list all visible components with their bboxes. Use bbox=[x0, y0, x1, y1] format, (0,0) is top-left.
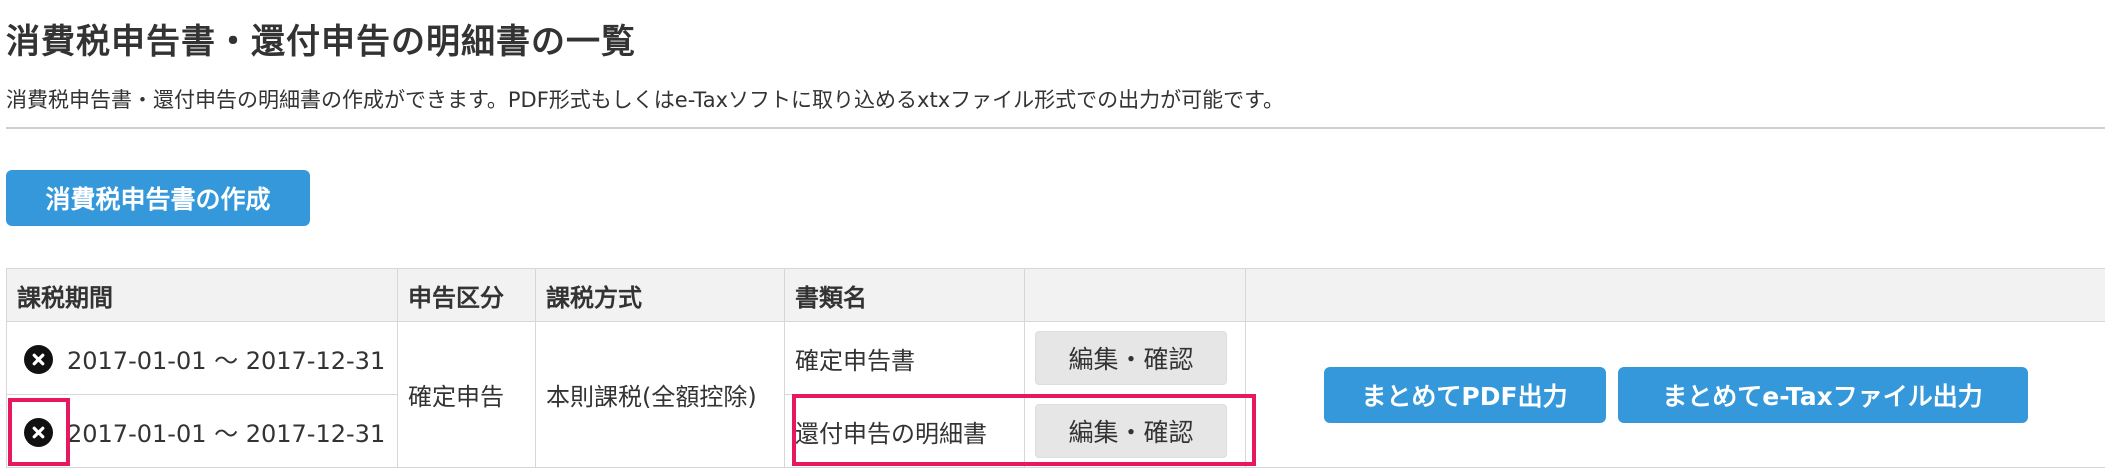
returns-table: 課税期間 申告区分 課税方式 書類名 2017-01-01 〜 2017-12-… bbox=[6, 268, 2105, 468]
edit-cell: 編集・確認 bbox=[1024, 394, 1246, 468]
tax-period-text: 2017-01-01 〜 2017-12-31 bbox=[67, 419, 386, 448]
header-tax-period: 課税期間 bbox=[6, 268, 398, 322]
edit-confirm-button[interactable]: 編集・確認 bbox=[1035, 404, 1227, 458]
tax-period-cell: 2017-01-01 〜 2017-12-31 bbox=[6, 394, 398, 468]
header-bulk bbox=[1245, 268, 2105, 322]
filing-type-cell: 確定申告 bbox=[397, 321, 536, 468]
header-document-name: 書類名 bbox=[784, 268, 1025, 322]
header-edit bbox=[1024, 268, 1246, 322]
header-tax-method: 課税方式 bbox=[535, 268, 785, 322]
create-return-button[interactable]: 消費税申告書の作成 bbox=[6, 170, 310, 226]
document-name-cell: 還付申告の明細書 bbox=[784, 394, 1025, 468]
delete-icon[interactable] bbox=[24, 418, 53, 447]
document-name-cell: 確定申告書 bbox=[784, 321, 1025, 395]
page-title: 消費税申告書・還付申告の明細書の一覧 bbox=[6, 22, 636, 62]
bulk-pdf-export-button[interactable]: まとめてPDF出力 bbox=[1323, 366, 1606, 423]
tax-method-cell: 本則課税(全額控除) bbox=[535, 321, 785, 468]
bulk-export-cell: まとめてPDF出力 まとめてe-Taxファイル出力 bbox=[1245, 321, 2105, 468]
edit-confirm-button[interactable]: 編集・確認 bbox=[1035, 331, 1227, 385]
divider bbox=[6, 127, 2105, 129]
table-header-row: 課税期間 申告区分 課税方式 書類名 bbox=[6, 268, 2105, 322]
tax-period-text: 2017-01-01 〜 2017-12-31 bbox=[67, 346, 386, 375]
tax-period-cell: 2017-01-01 〜 2017-12-31 bbox=[6, 321, 398, 395]
header-filing-type: 申告区分 bbox=[397, 268, 536, 322]
bulk-etax-export-button[interactable]: まとめてe-Taxファイル出力 bbox=[1617, 366, 2028, 423]
edit-cell: 編集・確認 bbox=[1024, 321, 1246, 395]
delete-icon[interactable] bbox=[24, 345, 53, 374]
table-row: 2017-01-01 〜 2017-12-31 確定申告 本則課税(全額控除) … bbox=[6, 321, 2105, 468]
page-description: 消費税申告書・還付申告の明細書の作成ができます。PDF形式もしくはe-Taxソフ… bbox=[6, 88, 1285, 112]
